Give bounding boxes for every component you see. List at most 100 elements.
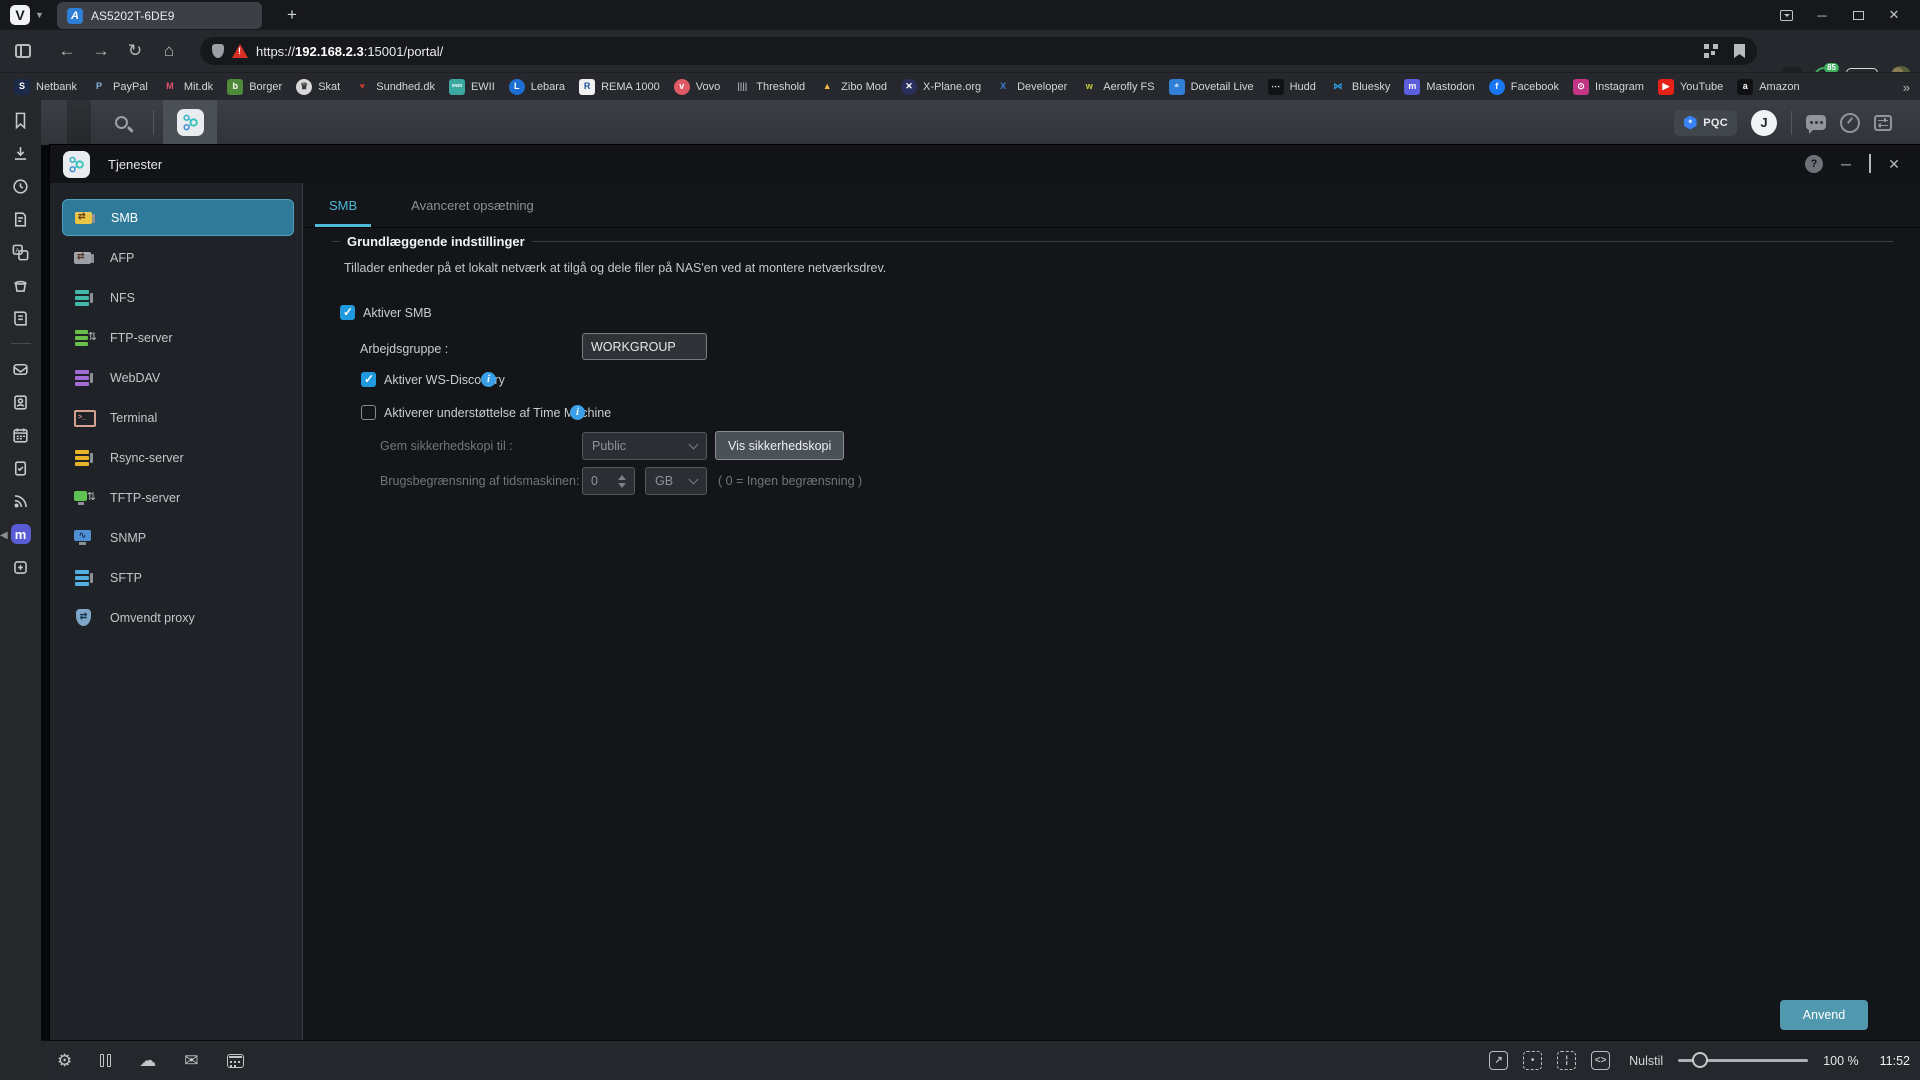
panel-collapse-arrow[interactable]: ◀ — [0, 530, 8, 541]
resize-icon[interactable]: ↗ — [1489, 1051, 1508, 1070]
user-avatar[interactable]: J — [1751, 110, 1777, 136]
show-backup-button[interactable]: Vis sikkerhedskopi — [715, 431, 844, 460]
pause-icon[interactable] — [100, 1054, 111, 1067]
reading-list-panel-icon[interactable] — [11, 308, 31, 328]
pqc-badge[interactable]: * PQC — [1674, 110, 1737, 136]
bookmark-item[interactable]: dt Dovetail Live — [1169, 79, 1254, 95]
bookmark-item[interactable]: m Mastodon — [1404, 79, 1474, 95]
bookmark-item[interactable]: EWII EWII — [449, 79, 495, 95]
calendar-icon[interactable] — [227, 1054, 244, 1068]
forward-button[interactable]: → — [84, 34, 118, 68]
bookmark-item[interactable]: ▲ Zibo Mod — [819, 79, 887, 95]
workgroup-input[interactable] — [582, 333, 707, 360]
screen-capture-icon[interactable]: • — [1523, 1051, 1542, 1070]
bookmark-item[interactable]: w Aerofly FS — [1081, 79, 1154, 95]
split-view-icon[interactable]: ¦ — [1557, 1051, 1576, 1070]
time-machine-checkbox[interactable] — [361, 405, 376, 420]
bookmark-item[interactable]: ▶ YouTube — [1658, 79, 1723, 95]
window-menu-icon[interactable] — [1768, 0, 1804, 30]
sidebar-item[interactable]: Rsync-server — [62, 439, 294, 476]
bookmark-item[interactable]: M Mit.dk — [162, 79, 213, 95]
sidebar-item[interactable]: WebDAV — [62, 359, 294, 396]
translate-panel-icon[interactable]: A — [11, 242, 31, 262]
shield-icon[interactable] — [212, 44, 224, 58]
window-minimize-button[interactable]: ─ — [1837, 156, 1855, 172]
vivaldi-menu-button[interactable]: V ▼ — [10, 5, 44, 25]
content-tab[interactable]: Avanceret opsætning — [397, 183, 548, 227]
bookmark-item[interactable]: b Borger — [227, 79, 282, 95]
active-app-tile-services[interactable] — [163, 100, 217, 145]
bookmark-item[interactable]: ⋯ Hudd — [1268, 79, 1316, 95]
notes-panel-icon[interactable] — [11, 209, 31, 229]
sidebar-item[interactable]: SMB — [62, 199, 294, 236]
insecure-warning-icon[interactable] — [232, 44, 248, 58]
cloud-icon[interactable]: ☁ — [139, 1052, 156, 1069]
history-panel-icon[interactable] — [11, 176, 31, 196]
content-tab[interactable]: SMB — [315, 183, 371, 227]
side-panel-toggle-button[interactable] — [6, 34, 40, 68]
bookmark-item[interactable]: |||| Threshold — [734, 79, 805, 95]
bookmark-flag-icon[interactable] — [1734, 44, 1745, 58]
contacts-panel-icon[interactable] — [11, 392, 31, 412]
maximize-button[interactable] — [1840, 0, 1876, 30]
volume-slider[interactable] — [1678, 1059, 1808, 1062]
window-title-bar[interactable]: Tjenester ? ─ ✕ — [50, 145, 1920, 183]
bookmark-item[interactable]: ♛ Skat — [296, 79, 340, 95]
tasks-panel-icon[interactable] — [11, 458, 31, 478]
new-tab-button[interactable]: + — [278, 0, 306, 30]
notifications-chat-icon[interactable] — [1806, 115, 1826, 130]
add-web-panel-icon[interactable] — [11, 557, 31, 577]
minimize-button[interactable]: ─ — [1804, 0, 1840, 30]
mail-panel-icon[interactable] — [11, 359, 31, 379]
backup-dest-select[interactable]: Public — [582, 432, 707, 460]
mastodon-web-panel-icon[interactable]: m — [11, 524, 31, 544]
feeds-panel-icon[interactable] — [11, 491, 31, 511]
bookmark-item[interactable]: v Vovo — [674, 79, 720, 95]
sidebar-item[interactable]: AFP — [62, 239, 294, 276]
bookmark-item[interactable]: ♥ Sundhed.dk — [354, 79, 435, 95]
bookmarks-panel-icon[interactable] — [11, 110, 31, 130]
back-button[interactable]: ← — [50, 34, 84, 68]
downloads-panel-icon[interactable] — [11, 143, 31, 163]
enable-smb-checkbox[interactable] — [340, 305, 355, 320]
address-bar[interactable]: https://192.168.2.3:15001/portal/ — [200, 37, 1757, 65]
usage-limit-unit-select[interactable]: GB — [645, 467, 707, 495]
reset-label[interactable]: Nulstil — [1629, 1054, 1663, 1068]
sidebar-item[interactable]: SNMP — [62, 519, 294, 556]
qr-code-icon[interactable] — [1704, 44, 1718, 58]
mail-icon[interactable]: ✉ — [184, 1052, 198, 1069]
preferences-sliders-icon[interactable] — [1874, 115, 1892, 131]
sidebar-item[interactable]: TFTP-server — [62, 479, 294, 516]
bookmark-item[interactable]: ⋈ Bluesky — [1330, 79, 1391, 95]
bookmark-item[interactable]: L Lebara — [509, 79, 565, 95]
bookmarks-overflow-button[interactable]: » — [1903, 73, 1910, 101]
close-button[interactable]: ✕ — [1876, 0, 1912, 30]
portal-search-button[interactable] — [103, 100, 139, 145]
sidebar-item[interactable]: Omvendt proxy — [62, 599, 294, 636]
bookmark-item[interactable]: f Facebook — [1489, 79, 1559, 95]
code-view-icon[interactable]: <> — [1591, 1051, 1610, 1070]
calendar-panel-icon[interactable] — [11, 425, 31, 445]
ws-discovery-checkbox[interactable] — [361, 372, 376, 387]
bookmark-item[interactable]: R REMA 1000 — [579, 79, 660, 95]
sessions-panel-icon[interactable] — [11, 275, 31, 295]
sidebar-item[interactable]: Terminal — [62, 399, 294, 436]
home-button[interactable]: ⌂ — [152, 34, 186, 68]
settings-gear-icon[interactable]: ⚙ — [57, 1052, 72, 1069]
apply-button[interactable]: Anvend — [1780, 1000, 1868, 1030]
time-machine-info-icon[interactable] — [570, 405, 585, 420]
usage-limit-stepper[interactable]: 0 — [582, 467, 635, 495]
bookmark-item[interactable]: ✕ X-Plane.org — [901, 79, 981, 95]
sidebar-item[interactable]: FTP-server — [62, 319, 294, 356]
help-button[interactable]: ? — [1805, 155, 1823, 173]
sidebar-item[interactable]: NFS — [62, 279, 294, 316]
sidebar-item[interactable]: SFTP — [62, 559, 294, 596]
reload-button[interactable]: ↻ — [118, 34, 152, 68]
system-monitor-gauge-icon[interactable] — [1840, 113, 1860, 133]
ws-discovery-info-icon[interactable] — [481, 372, 496, 387]
bookmark-item[interactable]: ⊙ Instagram — [1573, 79, 1644, 95]
browser-tab[interactable]: A AS5202T-6DE9 — [57, 2, 262, 29]
bookmark-item[interactable]: a Amazon — [1737, 79, 1799, 95]
bookmark-item[interactable]: X Developer — [995, 79, 1067, 95]
bookmark-item[interactable]: S Netbank — [14, 79, 77, 95]
